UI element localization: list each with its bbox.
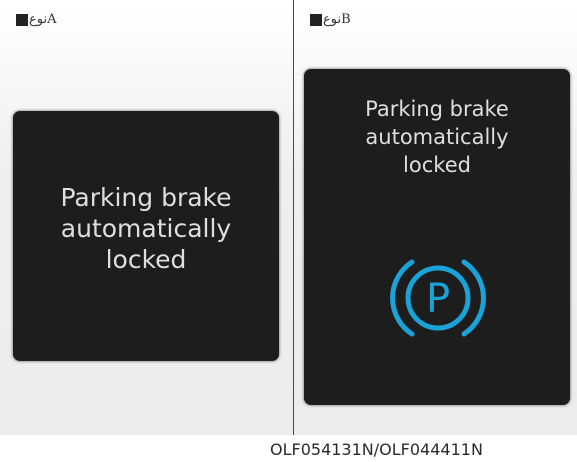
figure: نوعA Parking brake automatically locked … [0, 0, 577, 462]
type-a-label-text: نوعA [29, 12, 57, 27]
figure-code: OLF054131N/OLF044411N [270, 440, 483, 459]
panel-type-b: نوعB Parking brake automatically locked … [294, 0, 577, 435]
type-marker-square [16, 13, 28, 26]
parking-brake-message-b: Parking brake automatically locked [365, 97, 509, 177]
panel-type-a: نوعA Parking brake automatically locked [0, 0, 293, 435]
parking-brake-message-a: Parking brake automatically locked [60, 183, 232, 274]
type-marker-square [310, 13, 322, 26]
type-b-label: نوعB [310, 12, 351, 27]
parking-brake-icon: P [390, 259, 486, 337]
cluster-display-b: Parking brake automatically locked P [304, 69, 570, 405]
type-a-label: نوعA [16, 12, 56, 27]
cluster-display-a: Parking brake automatically locked [13, 111, 279, 361]
type-b-label-text: نوعB [323, 12, 351, 27]
parking-brake-letter: P [426, 276, 450, 322]
